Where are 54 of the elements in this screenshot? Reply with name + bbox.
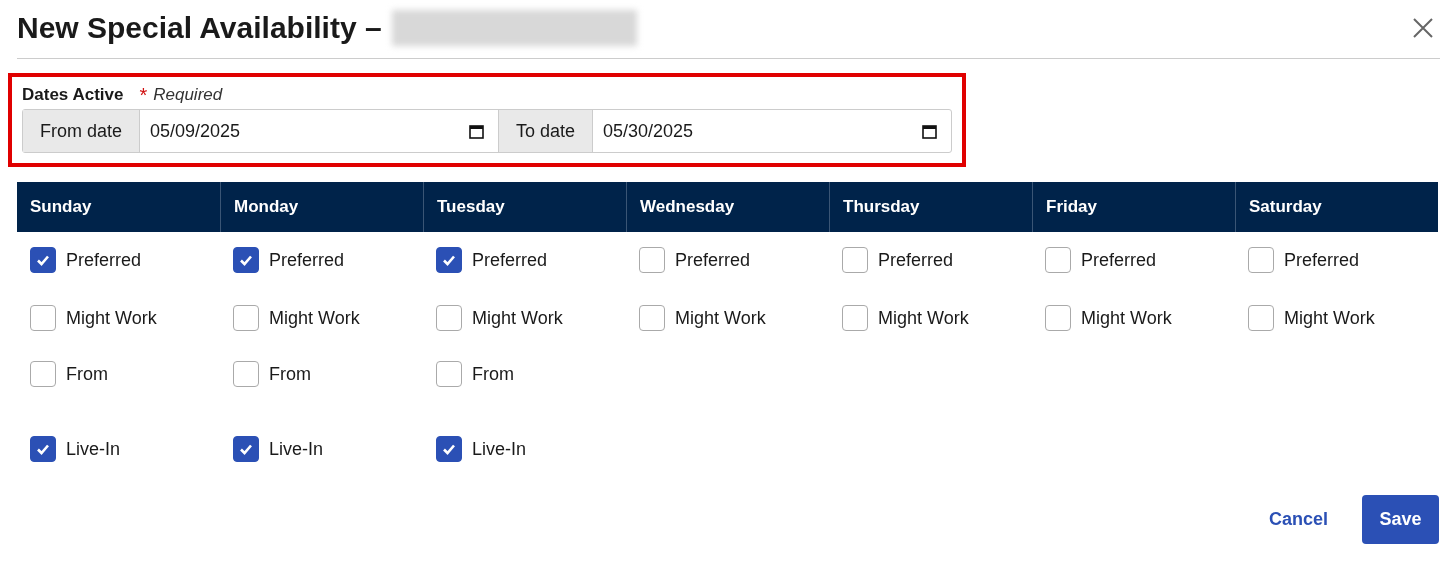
- cancel-button[interactable]: Cancel: [1262, 508, 1334, 531]
- option-label: Might Work: [472, 307, 563, 329]
- checkbox[interactable]: [639, 305, 665, 331]
- column-header: Monday: [220, 182, 423, 232]
- checkbox[interactable]: [30, 247, 56, 273]
- checkbox[interactable]: [436, 361, 462, 387]
- column-header: Saturday: [1235, 182, 1438, 232]
- checkbox[interactable]: [233, 436, 259, 462]
- checkbox[interactable]: [1045, 305, 1071, 331]
- checkbox[interactable]: [1248, 305, 1274, 331]
- option-label: From: [66, 363, 108, 385]
- option-label: Preferred: [878, 249, 954, 271]
- option-label: Preferred: [1081, 249, 1157, 271]
- option-label: From: [472, 363, 514, 385]
- checkbox[interactable]: [233, 247, 259, 273]
- option-label: Preferred: [66, 249, 142, 271]
- column-header: Wednesday: [626, 182, 829, 232]
- checkbox[interactable]: [842, 247, 868, 273]
- checkbox[interactable]: [639, 247, 665, 273]
- field-label: Dates Active: [22, 85, 124, 105]
- checkbox[interactable]: [30, 305, 56, 331]
- dialog-title: New Special Availability –: [17, 11, 382, 45]
- option-label: Live-In: [269, 438, 324, 460]
- checkbox[interactable]: [1248, 247, 1274, 273]
- checkbox[interactable]: [436, 305, 462, 331]
- option-label: From: [269, 363, 311, 385]
- option-label: Preferred: [269, 249, 345, 271]
- option-label: Might Work: [878, 307, 969, 329]
- checkbox[interactable]: [842, 305, 868, 331]
- checkbox[interactable]: [436, 247, 462, 273]
- save-button[interactable]: Save: [1362, 495, 1439, 544]
- column-header: Friday: [1032, 182, 1235, 232]
- option-label: Live-In: [472, 438, 527, 460]
- option-label: Preferred: [1284, 249, 1360, 271]
- checkbox[interactable]: [436, 436, 462, 462]
- column-header: Thursday: [829, 182, 1032, 232]
- option-label: Might Work: [66, 307, 157, 329]
- required-text: Required: [153, 85, 223, 105]
- close-icon[interactable]: [1412, 17, 1434, 39]
- checkbox[interactable]: [233, 361, 259, 387]
- column-header: Sunday: [17, 182, 220, 232]
- option-label: Preferred: [472, 249, 548, 271]
- required-mark: *: [139, 83, 148, 107]
- checkbox[interactable]: [30, 361, 56, 387]
- column-header: Tuesday: [423, 182, 626, 232]
- checkbox[interactable]: [1045, 247, 1071, 273]
- option-label: Live-In: [66, 438, 121, 460]
- checkbox[interactable]: [30, 436, 56, 462]
- option-label: Preferred: [675, 249, 751, 271]
- option-label: Might Work: [1081, 307, 1172, 329]
- option-label: Might Work: [269, 307, 360, 329]
- option-label: Might Work: [675, 307, 766, 329]
- option-label: Might Work: [1284, 307, 1375, 329]
- checkbox[interactable]: [233, 305, 259, 331]
